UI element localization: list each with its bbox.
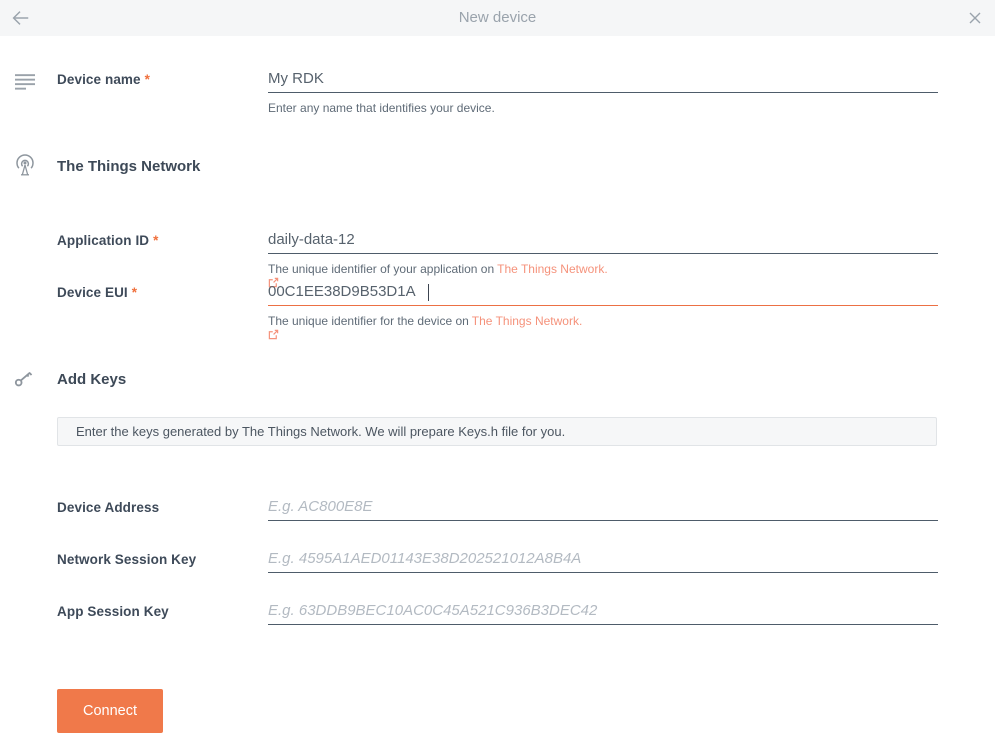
device-eui-input[interactable] (268, 281, 938, 305)
info-box: Enter the keys generated by The Things N… (57, 417, 937, 446)
app-session-key-label: App Session Key (57, 604, 169, 619)
application-id-input[interactable] (268, 229, 938, 253)
ttn-link[interactable]: The Things Network. (497, 262, 608, 276)
field-row-app-session-key: App Session Key (57, 600, 938, 625)
network-session-key-label: Network Session Key (57, 552, 197, 567)
device-name-input[interactable] (268, 68, 938, 92)
required-asterisk: * (144, 72, 151, 87)
device-eui-helper: The unique identifier for the device on T… (268, 314, 938, 340)
external-link-icon[interactable] (268, 329, 938, 340)
text-lines-icon (15, 71, 35, 91)
page-title: New device (458, 9, 537, 26)
app-session-key-input[interactable] (268, 600, 938, 624)
ttn-link[interactable]: The Things Network. (472, 314, 583, 328)
antenna-broadcast-icon (13, 153, 37, 179)
modal-header: New device (0, 0, 995, 36)
device-eui-label: Device EUI * (57, 285, 138, 300)
key-icon (13, 367, 35, 389)
section-title-ttn: The Things Network (57, 158, 201, 175)
required-asterisk: * (153, 233, 159, 248)
connect-button[interactable]: Connect (57, 689, 163, 733)
close-button[interactable] (961, 5, 989, 31)
device-name-helper: Enter any name that identifies your devi… (268, 101, 495, 115)
close-icon (967, 10, 983, 26)
device-address-label: Device Address (57, 500, 160, 515)
field-row-device-name: Device name* Enter any name that identif… (57, 68, 938, 115)
back-arrow-icon (9, 7, 31, 29)
device-address-input[interactable] (268, 496, 938, 520)
field-row-device-eui: Device EUI* The unique identifier for th… (57, 281, 938, 340)
back-button[interactable] (6, 5, 34, 31)
section-title-add-keys: Add Keys (57, 371, 127, 388)
application-id-label: Application ID * (57, 233, 159, 248)
text-cursor (428, 284, 429, 301)
required-asterisk: * (131, 285, 138, 300)
field-row-network-session-key: Network Session Key (57, 548, 938, 573)
network-session-key-input[interactable] (268, 548, 938, 572)
field-row-application-id: Application ID* The unique identifier of… (57, 229, 938, 288)
field-row-device-address: Device Address (57, 496, 938, 521)
device-name-label: Device name * (57, 72, 151, 87)
